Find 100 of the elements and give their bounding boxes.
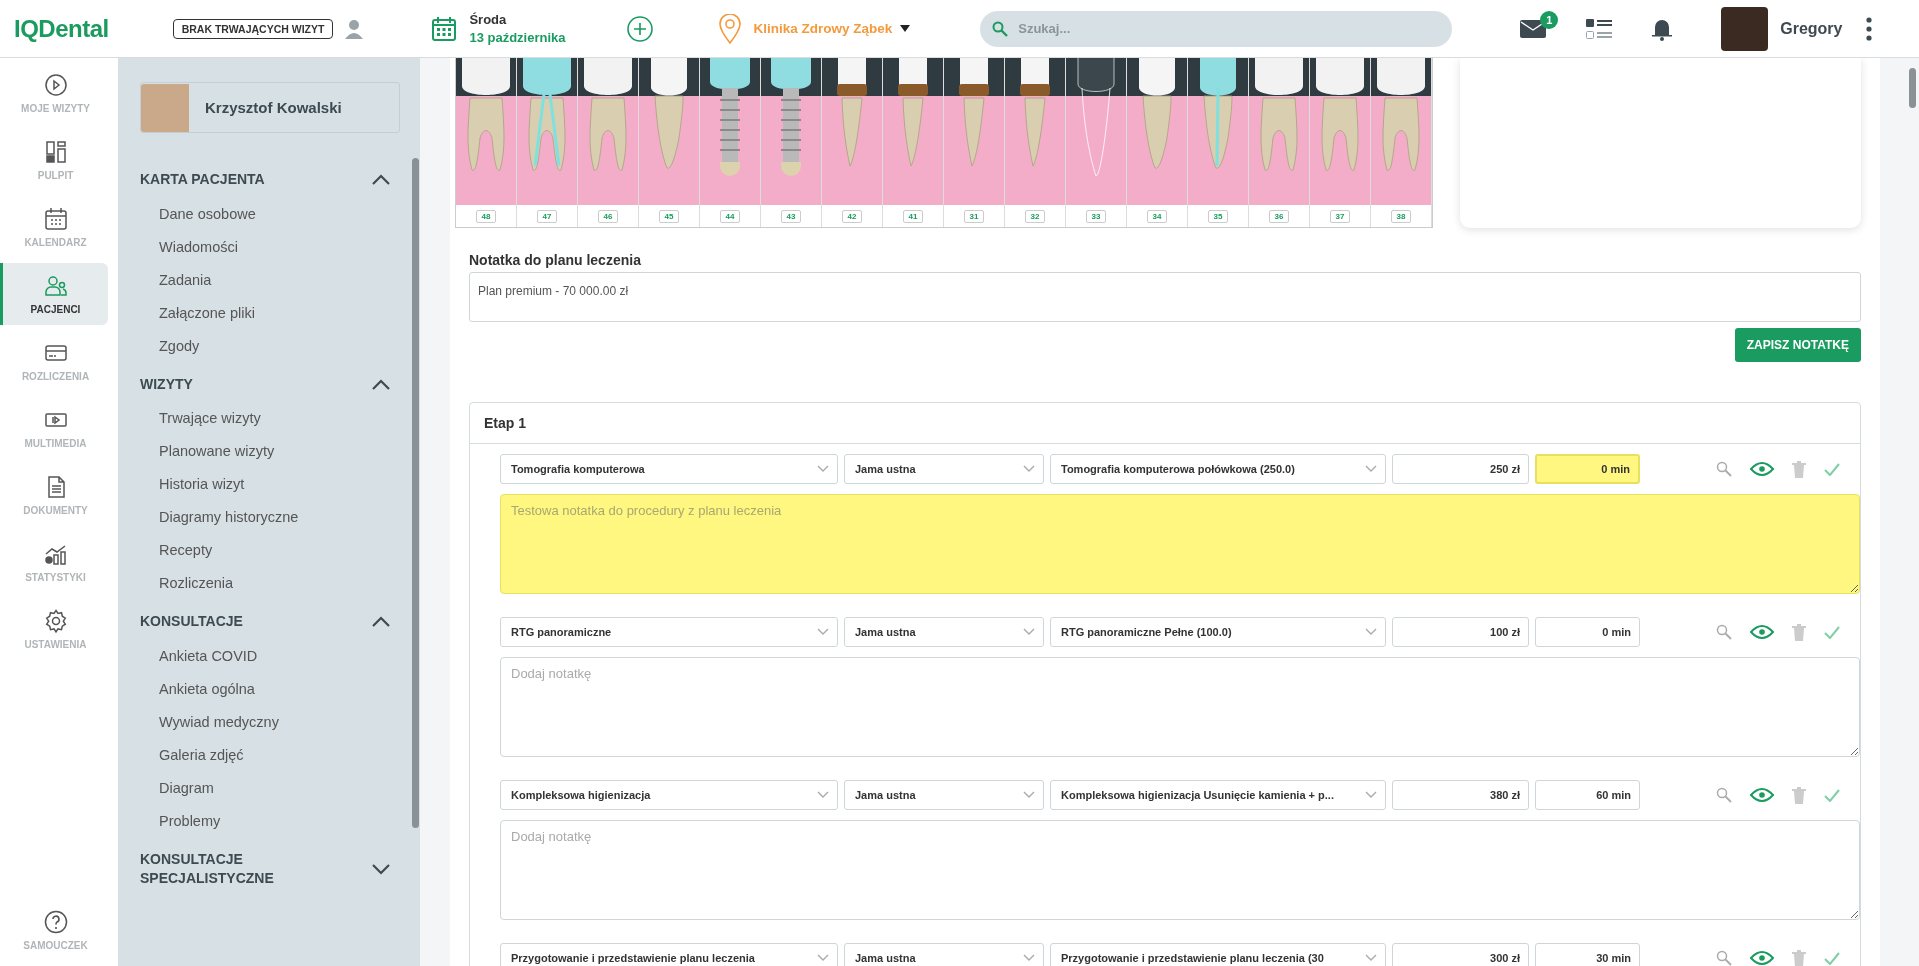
tooth-drawing[interactable] (578, 58, 638, 205)
eye-icon[interactable] (1750, 950, 1774, 966)
procedure-select[interactable]: RTG panoramiczne (500, 617, 838, 647)
scrollbar-thumb[interactable] (1909, 68, 1916, 108)
menu-item[interactable]: Zadania (140, 263, 390, 297)
tooth-drawing[interactable] (700, 58, 760, 205)
menu-item[interactable]: Wiadomości (140, 230, 390, 264)
tooth-drawing[interactable] (1005, 58, 1065, 205)
tooth-number[interactable]: 47 (536, 209, 558, 223)
tooth-drawing[interactable] (1066, 58, 1126, 205)
calendar-icon[interactable] (431, 15, 458, 42)
tooth-number[interactable]: 41 (902, 209, 924, 223)
tooth-drawing[interactable] (1127, 58, 1187, 205)
menu-item[interactable]: Trwające wizyty (140, 402, 390, 436)
check-icon[interactable] (1824, 462, 1840, 476)
tooth-drawing[interactable] (1249, 58, 1309, 205)
more-menu-icon[interactable] (1866, 16, 1873, 41)
tooth-number[interactable]: 35 (1207, 209, 1229, 223)
tooth-drawing[interactable] (639, 58, 699, 205)
menu-item[interactable]: Rozliczenia (140, 567, 390, 601)
tooth-number[interactable]: 44 (719, 209, 741, 223)
tooth-drawing[interactable] (1310, 58, 1370, 205)
tooth-drawing[interactable] (822, 58, 882, 205)
tooth-number[interactable]: 31 (963, 209, 985, 223)
procedure-note-field[interactable]: Dodaj notatkę (500, 820, 1860, 920)
user-photo-placeholder[interactable] (1721, 6, 1769, 51)
save-note-button[interactable]: ZAPISZ NOTATKĘ (1734, 328, 1861, 362)
area-select[interactable]: Jama ustna (844, 454, 1044, 484)
menu-item[interactable]: Dane osobowe (140, 197, 390, 231)
area-select[interactable]: Jama ustna (844, 780, 1044, 810)
variant-select[interactable]: RTG panoramiczne Pełne (100.0) (1050, 617, 1386, 647)
menu-item[interactable]: Ankieta COVID (140, 639, 390, 673)
tooth-drawing[interactable] (1371, 58, 1431, 205)
search-field[interactable]: Szukaj... (980, 10, 1453, 47)
tooth-drawing[interactable] (761, 58, 821, 205)
price-field[interactable]: 300 zł (1392, 943, 1529, 966)
variant-select[interactable]: Tomografia komputerowa połówkowa (250.0) (1050, 454, 1386, 484)
price-field[interactable]: 380 zł (1392, 780, 1529, 810)
tooth-number[interactable]: 32 (1024, 209, 1046, 223)
menu-item[interactable]: Galeria zdjęć (140, 738, 390, 772)
patient-card[interactable]: Krzysztof Kowalski (140, 82, 400, 133)
tooth-number[interactable]: 34 (1146, 209, 1168, 223)
plan-note-field[interactable]: Plan premium - 70 000.00 zł (469, 272, 1861, 322)
price-field[interactable]: 100 zł (1392, 617, 1529, 647)
tooth-number[interactable]: 38 (1390, 209, 1412, 223)
duration-field[interactable]: 0 min (1535, 617, 1640, 647)
tooth-drawing[interactable] (944, 58, 1004, 205)
menu-item[interactable]: Planowane wizyty (140, 435, 390, 469)
menu-item[interactable]: Wywiad medyczny (140, 705, 390, 739)
menu-item[interactable]: Zgody (140, 329, 390, 363)
menu-item[interactable]: Załączone pliki (140, 296, 390, 330)
tooth-number[interactable]: 43 (780, 209, 802, 223)
scrollbar-thumb[interactable] (412, 158, 419, 828)
tooth-drawing[interactable] (456, 58, 516, 205)
tooth-number[interactable]: 42 (841, 209, 863, 223)
duration-field[interactable]: 0 min (1535, 454, 1640, 484)
menu-item[interactable]: Diagramy historyczne (140, 501, 390, 535)
tooth-number[interactable]: 36 (1268, 209, 1290, 223)
app-logo[interactable]: IQDental (14, 14, 109, 43)
mail-icon[interactable] (1520, 19, 1547, 38)
procedure-select[interactable]: Tomografia komputerowa (500, 454, 838, 484)
procedure-select[interactable]: Kompleksowa higienizacja (500, 780, 838, 810)
area-select[interactable]: Jama ustna (844, 617, 1044, 647)
eye-icon[interactable] (1750, 461, 1774, 477)
section-header[interactable]: WIZYTY (140, 362, 390, 403)
price-field[interactable]: 250 zł (1392, 454, 1529, 484)
eye-icon[interactable] (1750, 787, 1774, 803)
area-select[interactable]: Jama ustna (844, 943, 1044, 966)
check-icon[interactable] (1824, 788, 1840, 802)
tooth-drawing[interactable] (883, 58, 943, 205)
procedure-note-field[interactable]: Dodaj notatkę (500, 657, 1860, 757)
nav-item[interactable]: PACJENCI (0, 263, 108, 325)
variant-select[interactable]: Kompleksowa higienizacja Usunięcie kamienia + p... (1050, 780, 1386, 810)
eye-icon[interactable] (1750, 624, 1774, 640)
tooth-drawing[interactable] (1188, 58, 1248, 205)
tooth-number[interactable]: 37 (1329, 209, 1351, 223)
menu-item[interactable]: Ankieta ogólna (140, 672, 390, 706)
menu-item[interactable]: Problemy (140, 804, 390, 838)
tooth-number[interactable]: 48 (475, 209, 497, 223)
menu-item[interactable]: Recepty (140, 534, 390, 568)
section-header[interactable]: KARTA PACJENTA (140, 158, 390, 198)
section-header[interactable]: KONSULTACJE SPECJALISTYCZNE (140, 837, 390, 897)
procedure-select[interactable]: Przygotowanie i przedstawienie planu leczenia (500, 943, 838, 966)
menu-item[interactable]: Historia wizyt (140, 468, 390, 502)
duration-field[interactable]: 30 min (1535, 943, 1640, 966)
section-header[interactable]: KONSULTACJE (140, 600, 390, 640)
check-icon[interactable] (1824, 625, 1840, 639)
caret-icon[interactable] (900, 25, 911, 32)
tooth-number[interactable]: 45 (658, 209, 680, 223)
menu-item[interactable]: Diagram (140, 771, 390, 805)
user-name[interactable]: Gregory (1780, 19, 1843, 38)
tooth-number[interactable]: 33 (1085, 209, 1107, 223)
duration-field[interactable]: 60 min (1535, 780, 1640, 810)
tooth-drawing[interactable] (517, 58, 577, 205)
check-icon[interactable] (1824, 951, 1840, 965)
list-view-icon[interactable] (1586, 17, 1613, 40)
add-icon[interactable] (627, 15, 654, 42)
tooth-number[interactable]: 46 (597, 209, 619, 223)
stage-title: Etap 1 (484, 415, 526, 431)
variant-select[interactable]: Przygotowanie i przedstawienie planu leczenia (30 (1050, 943, 1386, 966)
